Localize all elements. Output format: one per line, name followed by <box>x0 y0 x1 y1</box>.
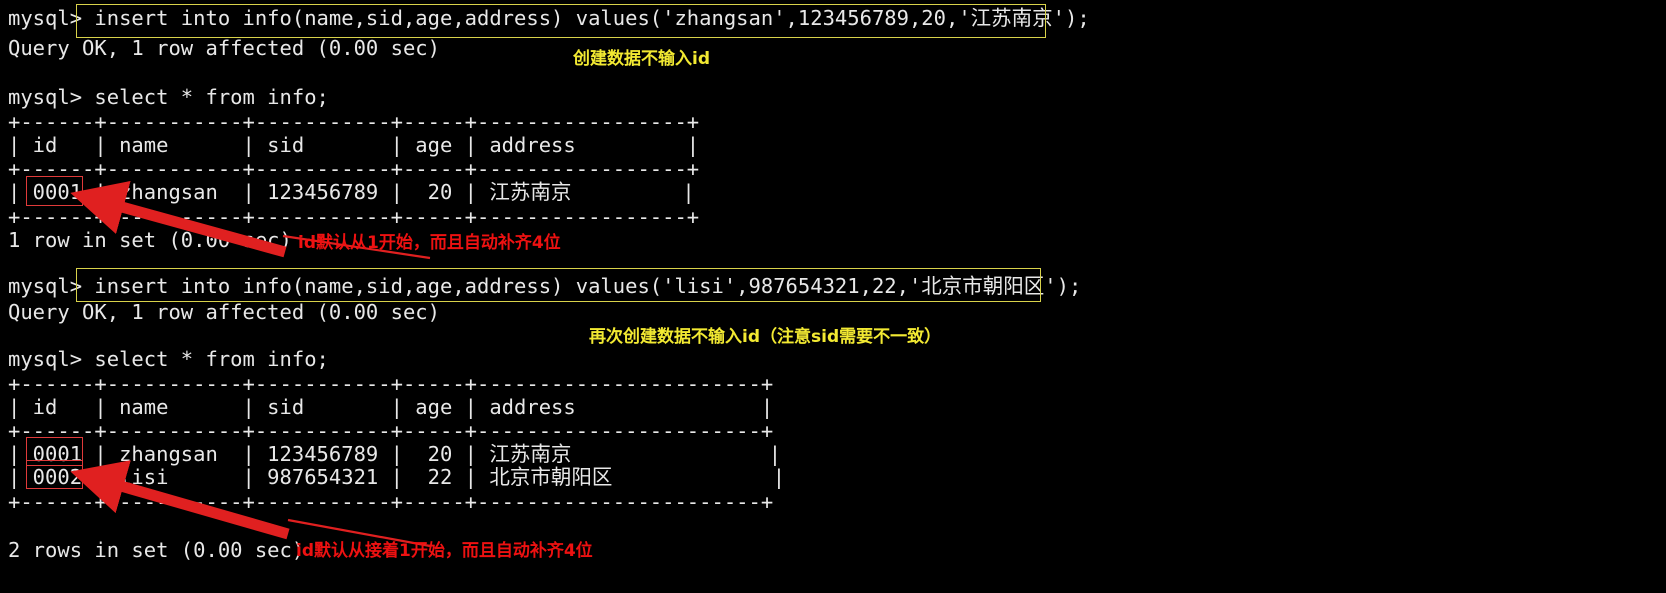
terminal-line: mysql> insert into info(name,sid,age,add… <box>8 6 1090 30</box>
annotation-create-again-without-id: 再次创建数据不输入id（注意sid需要不一致） <box>589 327 942 347</box>
terminal-line: Query OK, 1 row affected (0.00 sec) <box>8 300 440 324</box>
terminal-line: mysql> select * from info; <box>8 85 329 109</box>
terminal-line: | 0001 | zhangsan | 123456789 | 20 | 江苏南… <box>8 442 782 466</box>
terminal-line: 2 rows in set (0.00 sec) <box>8 538 305 562</box>
terminal-line: | id | name | sid | age | address | <box>8 395 774 419</box>
terminal-line: | 0002 | lisi | 987654321 | 22 | 北京市朝阳区 … <box>8 465 786 489</box>
terminal-line: +------+-----------+-----------+-----+--… <box>8 157 700 181</box>
terminal-line: | 0001 | zhangsan | 123456789 | 20 | 江苏南… <box>8 180 695 204</box>
terminal-line: +------+-----------+-----------+-----+--… <box>8 372 774 396</box>
annotation-id-continues-from-1: id默认从接着1开始，而且自动补齐4位 <box>296 541 593 561</box>
terminal-line: | id | name | sid | age | address | <box>8 133 700 157</box>
terminal-line: mysql> insert into info(name,sid,age,add… <box>8 274 1082 298</box>
terminal-line: +------+-----------+-----------+-----+--… <box>8 490 774 514</box>
terminal-line: +------+-----------+-----------+-----+--… <box>8 110 700 134</box>
terminal-line: mysql> select * from info; <box>8 347 329 371</box>
terminal-line: 1 row in set (0.00 sec) <box>8 228 292 252</box>
terminal-line: +------+-----------+-----------+-----+--… <box>8 205 700 229</box>
terminal-line: Query OK, 1 row affected (0.00 sec) <box>8 36 440 60</box>
annotation-id-starts-at-1: id默认从1开始，而且自动补齐4位 <box>298 233 561 253</box>
mysql-terminal-window: mysql> insert into info(name,sid,age,add… <box>0 0 1666 593</box>
terminal-line: +------+-----------+-----------+-----+--… <box>8 419 774 443</box>
annotation-create-without-id: 创建数据不输入id <box>573 49 710 69</box>
